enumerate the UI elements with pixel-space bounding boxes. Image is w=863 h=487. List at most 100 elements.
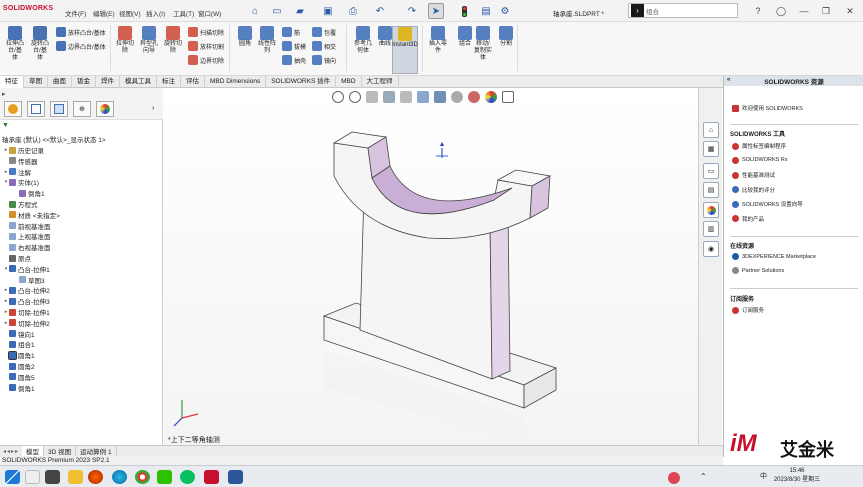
- word-icon[interactable]: [228, 470, 243, 484]
- tab-11[interactable]: 大工程师: [362, 76, 399, 88]
- tree-item[interactable]: 前视基准面: [0, 221, 163, 231]
- task-view-icon[interactable]: [45, 470, 60, 484]
- panel-more-icon[interactable]: ›: [152, 105, 154, 112]
- select-cursor-icon[interactable]: ➤: [428, 3, 444, 19]
- tab-10[interactable]: MBD: [336, 76, 362, 88]
- menu-item-3[interactable]: 插入(I): [146, 8, 165, 18]
- task-pane-link[interactable]: 比较我的评分: [732, 186, 775, 194]
- task-pane-link[interactable]: 订阅服务: [732, 306, 764, 314]
- custom-properties-icon[interactable]: ▥: [703, 221, 719, 237]
- print-icon[interactable]: ⎙: [345, 3, 361, 19]
- instant3d-button[interactable]: Instant3D: [392, 26, 418, 74]
- tab-1[interactable]: 草图: [24, 76, 48, 88]
- menu-item-1[interactable]: 编辑(E): [93, 8, 115, 18]
- revolve-cut-button[interactable]: 旋转切 除: [160, 26, 186, 55]
- display-manager-tab-icon[interactable]: [96, 101, 114, 117]
- menu-item-4[interactable]: 工具(T): [173, 8, 194, 18]
- shell-button[interactable]: 抽壳: [282, 55, 306, 65]
- tree-item[interactable]: ▾ 实体(1): [0, 177, 163, 187]
- undo-icon[interactable]: ↶: [372, 3, 388, 19]
- file-properties-icon[interactable]: ▤: [478, 3, 494, 19]
- extrude-cut-button[interactable]: 拉伸切 除: [112, 26, 138, 55]
- windows-start-icon[interactable]: [5, 470, 20, 484]
- model-tab-1[interactable]: 3D 视图: [44, 446, 77, 456]
- edge-icon[interactable]: [112, 470, 127, 484]
- configuration-manager-tab-icon[interactable]: [50, 101, 68, 117]
- open-document-icon[interactable]: ▰: [292, 3, 308, 19]
- save-icon[interactable]: ▣: [320, 3, 336, 19]
- tab-9[interactable]: SOLIDWORKS 插件: [266, 76, 337, 88]
- tree-item[interactable]: 原点: [0, 253, 163, 263]
- tree-item[interactable]: 圆角2: [0, 361, 163, 371]
- tree-item[interactable]: 倒角1: [0, 188, 163, 198]
- task-pane-link[interactable]: Partner Solutions: [732, 267, 784, 274]
- rib-button[interactable]: 筋: [282, 27, 300, 37]
- help-icon[interactable]: ?: [751, 4, 765, 18]
- mirror-button[interactable]: 镜向: [312, 55, 336, 65]
- home-icon[interactable]: ⌂: [247, 3, 263, 19]
- hole-wizard-button[interactable]: 异型孔 向导: [136, 26, 162, 55]
- tree-item[interactable]: ▸ 切除-拉伸1: [0, 307, 163, 317]
- tree-item[interactable]: ▾ 凸台-拉伸1: [0, 264, 163, 274]
- tree-item[interactable]: ▸ 切除-拉伸2: [0, 318, 163, 328]
- boundary-boss-button[interactable]: 边界凸台/基体: [56, 41, 106, 51]
- file-explorer-taskbar-icon[interactable]: [68, 470, 83, 484]
- web-side-face[interactable]: [489, 211, 511, 380]
- minimize-button[interactable]: —: [797, 4, 811, 18]
- solidworks-forum-icon[interactable]: ◉: [703, 241, 719, 257]
- tab-2[interactable]: 曲面: [48, 76, 72, 88]
- task-pane-link[interactable]: 我的产品: [732, 215, 764, 223]
- options-gear-icon[interactable]: ⚙: [497, 3, 513, 19]
- welcome-link[interactable]: 欢迎使用 SOLIDWORKS: [732, 104, 803, 112]
- design-library-icon[interactable]: ▦: [703, 141, 719, 157]
- extrude-boss-button[interactable]: 拉伸凸 台/基 体: [2, 26, 28, 62]
- tab-7[interactable]: 评估: [181, 76, 205, 88]
- chrome-icon[interactable]: [135, 470, 150, 484]
- model-tab-2[interactable]: 运动算例 1: [76, 446, 117, 456]
- file-explorer-icon[interactable]: ▭: [703, 163, 719, 179]
- boundary-cut-button[interactable]: 边界切除: [188, 55, 224, 65]
- task-pane-link[interactable]: SOLIDWORKS 设置向导: [732, 200, 803, 208]
- tab-3[interactable]: 钣金: [72, 76, 96, 88]
- taskbar-search-icon[interactable]: [25, 470, 40, 484]
- search-input[interactable]: 组合: [646, 6, 659, 16]
- tree-item[interactable]: 镜向1: [0, 329, 163, 339]
- weather-icon[interactable]: [668, 472, 680, 484]
- tree-root[interactable]: 轴承座 (默认) <<默认>_显示状态 1>: [2, 134, 106, 144]
- insert-part-button[interactable]: 插入零 件: [425, 26, 451, 55]
- feature-manager-tab-icon[interactable]: [4, 101, 22, 117]
- tab-8[interactable]: MBD Dimensions: [205, 76, 267, 88]
- tree-item[interactable]: ▸ 凸台-拉伸2: [0, 285, 163, 295]
- panel-expand-icon[interactable]: ▸: [2, 90, 6, 98]
- task-pane-link[interactable]: SOLIDWORKS Rx: [732, 156, 788, 164]
- tree-item[interactable]: 圆角5: [0, 372, 163, 382]
- tree-item[interactable]: 传感器: [0, 156, 163, 166]
- tree-item[interactable]: ▸ 凸台-拉伸3: [0, 296, 163, 306]
- appearances-icon[interactable]: [703, 202, 719, 218]
- linear-pattern-button[interactable]: 线性阵 列: [254, 26, 280, 55]
- loft-button[interactable]: 放样凸台/基体: [56, 27, 106, 37]
- firefox-icon[interactable]: [88, 470, 103, 484]
- filter-icon[interactable]: ▼: [2, 122, 160, 131]
- model-tab-0[interactable]: 模型: [22, 446, 45, 456]
- resources-home-icon[interactable]: ⌂: [703, 122, 719, 138]
- wechat-work-icon[interactable]: [180, 470, 195, 484]
- tree-item[interactable]: 草图3: [0, 275, 163, 285]
- view-palette-icon[interactable]: ▤: [703, 182, 719, 198]
- revolve-boss-button[interactable]: 旋转凸 台/基 体: [27, 26, 53, 62]
- collapse-panel-icon[interactable]: «: [727, 77, 730, 83]
- rebuild-icon[interactable]: [456, 3, 472, 19]
- part-model[interactable]: [164, 88, 698, 445]
- tree-item[interactable]: 圆角1: [0, 350, 163, 360]
- tab-5[interactable]: 模具工具: [120, 76, 157, 88]
- search-box[interactable]: › 组合: [628, 3, 738, 18]
- tree-item[interactable]: ▸ 历史记录: [0, 145, 163, 155]
- lofted-cut-button[interactable]: 放样切割: [188, 41, 224, 51]
- tree-item[interactable]: 方程式: [0, 199, 163, 209]
- tab-4[interactable]: 焊件: [96, 76, 120, 88]
- wrap-button[interactable]: 包覆: [312, 27, 336, 37]
- graphics-area[interactable]: *上下二等角轴测: [164, 88, 698, 445]
- property-manager-tab-icon[interactable]: [27, 101, 45, 117]
- tree-item[interactable]: 材质 <未指定>: [0, 210, 163, 220]
- ime-indicator[interactable]: 中: [760, 471, 767, 481]
